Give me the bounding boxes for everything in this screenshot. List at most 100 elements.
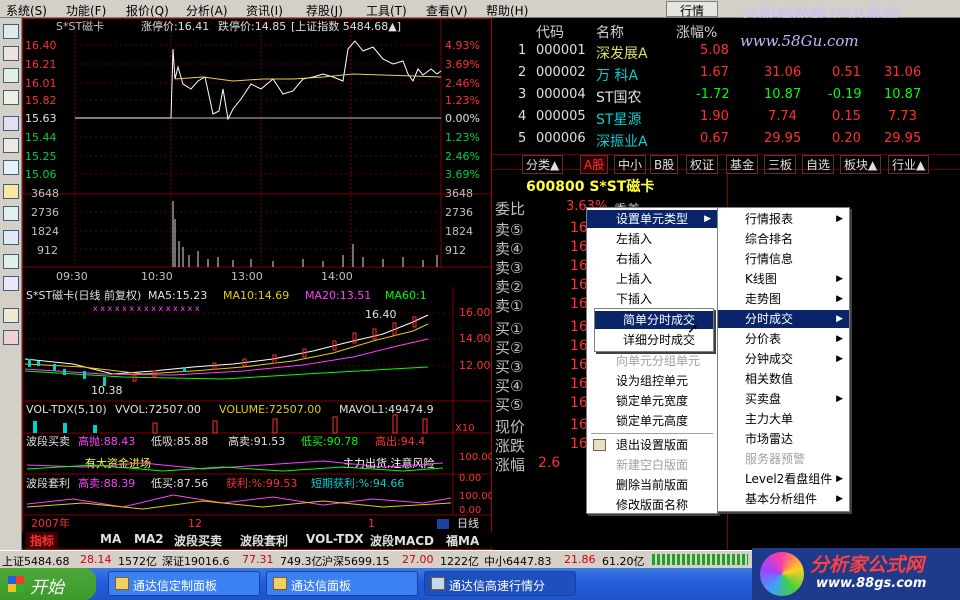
menu-analysis[interactable]: 分析(A): [186, 2, 228, 19]
tab-industry[interactable]: 行业▲: [888, 155, 930, 174]
mail-icon[interactable]: [3, 184, 19, 199]
menu-rename-layout[interactable]: 修改版面名称: [587, 496, 717, 514]
menu-set-unit-type[interactable]: 设置单元类型 ▶: [587, 210, 717, 228]
table-row[interactable]: 1 000001 深发展A 5.08: [492, 42, 960, 62]
menu-quote[interactable]: 报价(Q): [126, 2, 169, 19]
tab-ma[interactable]: MA: [100, 532, 121, 546]
kline-icon[interactable]: [3, 90, 19, 105]
svg-text:13:00: 13:00: [231, 270, 263, 283]
menu-news[interactable]: 资讯(I): [246, 2, 283, 19]
menu-lock-height[interactable]: 锁定单元高度: [587, 412, 717, 430]
limit-up-label: 涨停价:16.41: [141, 19, 209, 33]
menu-exit-layout[interactable]: 退出设置版面: [587, 436, 717, 454]
tab-indicator[interactable]: 指标: [26, 532, 59, 549]
menu-delete-layout[interactable]: 删除当前版面: [587, 476, 717, 494]
change-pct-value: 2.6: [538, 455, 561, 471]
submenu-related-values[interactable]: 相关数值: [718, 370, 849, 388]
bid3-label: 买③: [495, 358, 524, 376]
col-name-header[interactable]: 名称: [596, 22, 624, 42]
table-icon[interactable]: [3, 116, 19, 131]
period-label: 日线: [457, 516, 479, 530]
tab-funds[interactable]: 基金: [726, 155, 759, 174]
bid1-label: 买①: [495, 320, 524, 338]
tab-ma2[interactable]: MA2: [134, 532, 164, 546]
tab-vol-tdx[interactable]: VOL-TDX: [306, 532, 364, 546]
task-custom-panel[interactable]: 通达信定制面板: [108, 571, 260, 596]
menu-tools[interactable]: 工具(T): [366, 2, 407, 19]
sh-index[interactable]: 上证5484.68: [2, 553, 70, 569]
notebook-icon[interactable]: [3, 254, 19, 269]
tools-icon[interactable]: [3, 330, 19, 345]
start-button[interactable]: 开始: [0, 568, 96, 600]
brand-url: www.88gs.com: [816, 576, 927, 591]
submenu-level2-widget[interactable]: Level2看盘组件 ▶: [718, 470, 849, 488]
submenu-big-orders[interactable]: 主力大单: [718, 410, 849, 428]
tab-wave[interactable]: 波段买卖: [174, 532, 222, 549]
table-row[interactable]: 5 000006 深振业A 0.67 29.95 0.20 29.95: [492, 130, 960, 150]
col-pct-header[interactable]: 涨幅%: [676, 22, 717, 42]
menu-insert-bottom[interactable]: 下插入: [587, 290, 717, 308]
submenu-tick-deals[interactable]: 分时成交 ▶: [718, 310, 849, 328]
submenu-order-book[interactable]: 买卖盘 ▶: [718, 390, 849, 408]
tab-third-board[interactable]: 三板: [764, 155, 797, 174]
submenu-minute-deals[interactable]: 分钟成交 ▶: [718, 350, 849, 368]
quote-mode-button[interactable]: 行情: [666, 1, 718, 18]
tab-wave-macd[interactable]: 波段MACD: [370, 532, 434, 549]
tab-arbitrage[interactable]: 波段套利: [240, 532, 288, 549]
audio-icon[interactable]: [3, 308, 19, 323]
table-row[interactable]: 2 000002 万 科A 1.67 31.06 0.51 31.06: [492, 64, 960, 84]
task-fast-quote[interactable]: 通达信高速行情分: [424, 571, 576, 596]
submenu-quote-info[interactable]: 行情信息: [718, 250, 849, 268]
menu-insert-top[interactable]: 上插入: [587, 270, 717, 288]
timeline-month: 12: [188, 517, 202, 530]
menu-function[interactable]: 功能(F): [66, 2, 106, 19]
eft-icon[interactable]: [3, 276, 19, 291]
menu-recommend[interactable]: 荐股(J): [306, 2, 343, 19]
category-tabs: 分类▲ A股 中小 B股 权证 基金 三板 自选 板块▲ 行业▲: [492, 154, 960, 174]
document-icon[interactable]: [3, 160, 19, 175]
line-chart-icon[interactable]: [3, 68, 19, 83]
chart-book-icon[interactable]: [3, 230, 19, 245]
table-row[interactable]: 4 000005 ST星源 1.90 7.74 0.15 7.73: [492, 108, 960, 128]
report-icon[interactable]: [3, 46, 19, 61]
kline-markers: x x x x x x x x x x x x x x x: [93, 304, 200, 313]
sme-index[interactable]: 中小6447.83: [484, 553, 552, 569]
task-panel[interactable]: 通达信面板: [266, 571, 418, 596]
menu-unit-group: 向单元分组单元: [616, 354, 701, 368]
tab-fma[interactable]: 福MA: [446, 532, 479, 549]
tab-favorites[interactable]: 自选: [802, 155, 835, 174]
change-label: 涨跌: [495, 437, 526, 455]
vol-panel-title: VOL-TDX(5,10): [26, 403, 107, 416]
submenu-ranking[interactable]: 综合排名: [718, 230, 849, 248]
menu-insert-left[interactable]: 左插入: [587, 230, 717, 248]
menu-help[interactable]: 帮助(H): [486, 2, 528, 19]
svg-text:16.01: 16.01: [25, 77, 57, 90]
svg-text:100.00: 100.00: [459, 452, 493, 463]
hs-index[interactable]: 沪深5699.15: [322, 553, 390, 569]
people-icon[interactable]: [3, 206, 19, 221]
submenu-trend[interactable]: 走势图 ▶: [718, 290, 849, 308]
list-icon[interactable]: [3, 24, 19, 39]
tab-sector[interactable]: 板块▲: [840, 155, 882, 174]
chart-canvas[interactable]: S*ST磁卡 涨停价:16.41 跌停价:14.85 [上证指数 5484.68…: [23, 19, 494, 533]
submenu-fundamental-widget[interactable]: 基本分析组件 ▶: [718, 490, 849, 508]
period-toggle[interactable]: [437, 519, 449, 529]
sz-change: 77.31: [242, 553, 274, 566]
submenu-quote-report[interactable]: 行情报表 ▶: [718, 210, 849, 228]
col-code-header[interactable]: 代码: [536, 22, 564, 42]
sz-index[interactable]: 深证19016.6: [162, 553, 230, 569]
menu-lock-width[interactable]: 锁定单元宽度: [587, 392, 717, 410]
grid-icon[interactable]: [3, 138, 19, 153]
submenu-price-table[interactable]: 分价表 ▶: [718, 330, 849, 348]
profit-title: 波段套利: [26, 476, 70, 490]
menu-set-group-control[interactable]: 设为组控单元: [587, 372, 717, 390]
menu-view[interactable]: 查看(V): [426, 2, 468, 19]
menu-system[interactable]: 系统(S): [6, 2, 47, 19]
submenu-kline[interactable]: K线图 ▶: [718, 270, 849, 288]
table-row[interactable]: 3 000004 ST国农 -1.72 10.87 -0.19 10.87: [492, 86, 960, 106]
mavol-label: MAVOL1:49474.9: [339, 403, 434, 416]
svg-text:0.00: 0.00: [459, 473, 481, 484]
bid5-label: 买⑤: [495, 396, 524, 414]
menu-insert-right[interactable]: 右插入: [587, 250, 717, 268]
submenu-market-radar[interactable]: 市场雷达: [718, 430, 849, 448]
